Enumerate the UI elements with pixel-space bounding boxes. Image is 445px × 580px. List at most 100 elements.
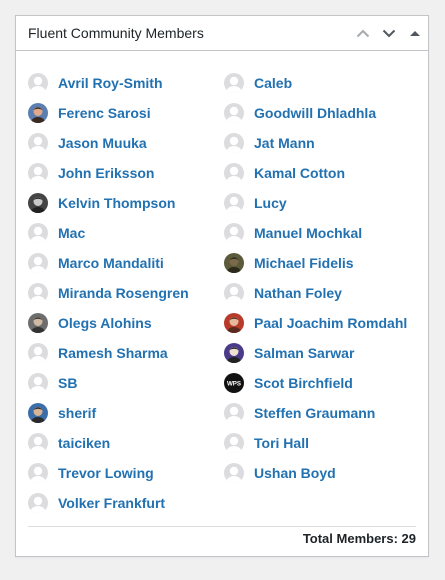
member-link[interactable]: Goodwill Dhladhla <box>224 102 376 124</box>
member-link[interactable]: Ferenc Sarosi <box>28 102 151 124</box>
member-link[interactable]: Caleb <box>224 72 292 94</box>
default-avatar-icon <box>224 463 244 483</box>
default-avatar-icon <box>28 373 48 393</box>
member-link[interactable]: Salman Sarwar <box>224 342 354 364</box>
member-name: SB <box>58 375 78 391</box>
member-name: Kamal Cotton <box>254 165 345 181</box>
member-avatar <box>224 313 244 333</box>
member-name: John Eriksson <box>58 165 155 181</box>
member-name: Jat Mann <box>254 135 315 151</box>
widget-header: Fluent Community Members <box>16 16 428 51</box>
member-link[interactable]: Mac <box>28 222 85 244</box>
member-name: Lucy <box>254 195 287 211</box>
default-avatar-icon <box>28 163 48 183</box>
move-up-button[interactable] <box>350 16 376 50</box>
default-avatar-icon <box>28 433 48 453</box>
widget-title: Fluent Community Members <box>28 25 204 41</box>
member-link[interactable]: Miranda Rosengren <box>28 282 189 304</box>
member-name: Kelvin Thompson <box>58 195 176 211</box>
member-link[interactable]: Olegs Alohins <box>28 312 152 334</box>
default-avatar-icon <box>28 493 48 513</box>
default-avatar-icon <box>28 283 48 303</box>
member-link[interactable]: Paal Joachim Romdahl <box>224 312 407 334</box>
member-name: Volker Frankfurt <box>58 495 166 511</box>
member-name: Scot Birchfield <box>254 375 353 391</box>
member-avatar <box>224 253 244 273</box>
member-name: Jason Muuka <box>58 135 147 151</box>
member-link[interactable]: Steffen Graumann <box>224 402 375 424</box>
default-avatar-icon <box>224 193 244 213</box>
member-link[interactable]: Jason Muuka <box>28 132 147 154</box>
total-members: Total Members: 29 <box>302 531 416 546</box>
member-link[interactable]: WPS Scot Birchfield <box>224 372 353 394</box>
member-link[interactable]: Lucy <box>224 192 287 214</box>
member-link[interactable]: John Eriksson <box>28 162 154 184</box>
member-name: Marco Mandaliti <box>58 255 164 271</box>
member-avatar <box>28 103 48 123</box>
default-avatar-icon <box>28 463 48 483</box>
member-name: Tori Hall <box>254 435 309 451</box>
default-avatar-icon <box>224 283 244 303</box>
members-list: Avril Roy-Smith Caleb Ferenc Sarosi Good… <box>16 51 428 514</box>
member-link[interactable]: taiciken <box>28 432 110 454</box>
member-name: Manuel Mochkal <box>254 225 363 241</box>
member-avatar <box>28 403 48 423</box>
member-link[interactable]: Trevor Lowing <box>28 462 154 484</box>
member-name: Caleb <box>254 75 293 91</box>
member-name: sherif <box>58 405 97 421</box>
member-name: Ushan Boyd <box>254 465 336 481</box>
member-link[interactable]: Nathan Foley <box>224 282 342 304</box>
chevron-down-icon <box>382 29 396 37</box>
default-avatar-icon <box>28 73 48 93</box>
footer-divider <box>28 526 416 527</box>
member-link[interactable]: Michael Fidelis <box>224 252 354 274</box>
member-link[interactable]: Avril Roy-Smith <box>28 72 163 94</box>
member-name: Nathan Foley <box>254 285 342 301</box>
chevron-up-icon <box>356 29 370 37</box>
member-link[interactable]: Kamal Cotton <box>224 162 345 184</box>
member-avatar <box>28 193 48 213</box>
svg-text:WPS: WPS <box>227 381 241 388</box>
default-avatar-icon <box>224 103 244 123</box>
move-down-button[interactable] <box>376 16 402 50</box>
member-link[interactable]: Tori Hall <box>224 432 309 454</box>
member-name: Avril Roy-Smith <box>58 75 163 91</box>
member-link[interactable]: Ramesh Sharma <box>28 342 168 364</box>
member-link[interactable]: Jat Mann <box>224 132 315 154</box>
default-avatar-icon <box>224 223 244 243</box>
member-link[interactable]: Manuel Mochkal <box>224 222 362 244</box>
member-link[interactable]: sherif <box>28 402 96 424</box>
community-members-widget: Fluent Community Members Avril Roy-Smith… <box>15 15 429 557</box>
member-name: Ramesh Sharma <box>58 345 168 361</box>
member-avatar <box>28 313 48 333</box>
member-name: Mac <box>58 225 86 241</box>
member-link[interactable]: SB <box>28 372 77 394</box>
member-name: Paal Joachim Romdahl <box>254 315 408 331</box>
default-avatar-icon <box>28 253 48 273</box>
default-avatar-icon <box>224 133 244 153</box>
member-name: Olegs Alohins <box>58 315 152 331</box>
member-name: Trevor Lowing <box>58 465 154 481</box>
member-name: Michael Fidelis <box>254 255 354 271</box>
member-name: taiciken <box>58 435 111 451</box>
member-name: Miranda Rosengren <box>58 285 189 301</box>
member-avatar: WPS <box>224 373 244 393</box>
member-link[interactable]: Ushan Boyd <box>224 462 336 484</box>
default-avatar-icon <box>28 223 48 243</box>
default-avatar-icon <box>224 433 244 453</box>
member-name: Ferenc Sarosi <box>58 105 151 121</box>
member-name: Salman Sarwar <box>254 345 355 361</box>
widget-header-actions <box>350 16 428 50</box>
default-avatar-icon <box>28 343 48 363</box>
member-link[interactable]: Marco Mandaliti <box>28 252 164 274</box>
default-avatar-icon <box>224 73 244 93</box>
toggle-panel-button[interactable] <box>402 16 428 50</box>
member-name: Goodwill Dhladhla <box>254 105 377 121</box>
default-avatar-icon <box>28 133 48 153</box>
default-avatar-icon <box>224 163 244 183</box>
caret-up-icon <box>410 30 420 36</box>
member-link[interactable]: Kelvin Thompson <box>28 192 175 214</box>
member-link[interactable]: Volker Frankfurt <box>28 492 165 514</box>
member-avatar <box>224 343 244 363</box>
member-name: Steffen Graumann <box>254 405 376 421</box>
